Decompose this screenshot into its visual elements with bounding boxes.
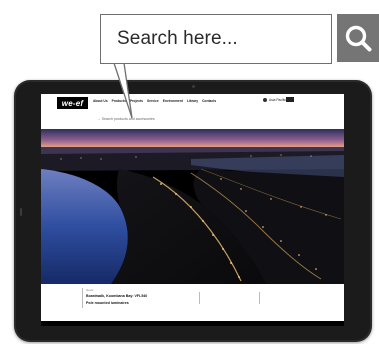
news-label: News (86, 288, 94, 292)
nav-item-projects[interactable]: Projects (130, 99, 143, 103)
search-button[interactable] (337, 14, 379, 62)
search-callout: Search here... (100, 14, 332, 64)
site-search-placeholder: → Search products and accessories (97, 117, 155, 121)
menu-icon[interactable] (286, 97, 294, 102)
news-title-line2: Pole mounted luminaires (86, 300, 129, 305)
info-block-left (199, 292, 245, 304)
site-search-bar[interactable]: → Search products and accessories (41, 115, 344, 129)
site-header: we-ef About Us Products Projects Service… (41, 94, 344, 115)
night-coastline-photo (41, 129, 344, 284)
logo-text: we-ef (61, 98, 84, 108)
nav-item-environment[interactable]: Environment (163, 99, 183, 103)
stage: Search here... we-ef About Us Products P… (0, 0, 379, 344)
region-label: Asia Pacific (269, 98, 287, 102)
site-footer: News Boardwalk, Koombana Bay: VFL540 Pol… (41, 284, 344, 321)
site-nav: About Us Products Projects Service Envir… (93, 99, 216, 103)
nav-item-service[interactable]: Service (147, 99, 159, 103)
nav-item-library[interactable]: Library (187, 99, 198, 103)
magnifier-icon (345, 25, 372, 52)
tablet-screen: we-ef About Us Products Projects Service… (41, 94, 344, 326)
hero-image (41, 129, 344, 284)
info-block-right (259, 292, 305, 304)
nav-item-products[interactable]: Products (112, 99, 126, 103)
site-logo[interactable]: we-ef (57, 97, 88, 109)
callout-text: Search here... (117, 28, 238, 49)
nav-item-contacts[interactable]: Contacts (202, 99, 216, 103)
nav-item-about[interactable]: About Us (93, 99, 108, 103)
home-button (20, 208, 22, 216)
news-block[interactable]: News Boardwalk, Koombana Bay: VFL540 Pol… (82, 288, 164, 308)
region-selector[interactable]: Asia Pacific (263, 98, 286, 102)
news-title-line1: Boardwalk, Koombana Bay: VFL540 (86, 294, 148, 298)
globe-icon (263, 98, 267, 102)
camera-dot (192, 85, 195, 88)
tablet-device: we-ef About Us Products Projects Service… (14, 80, 372, 342)
